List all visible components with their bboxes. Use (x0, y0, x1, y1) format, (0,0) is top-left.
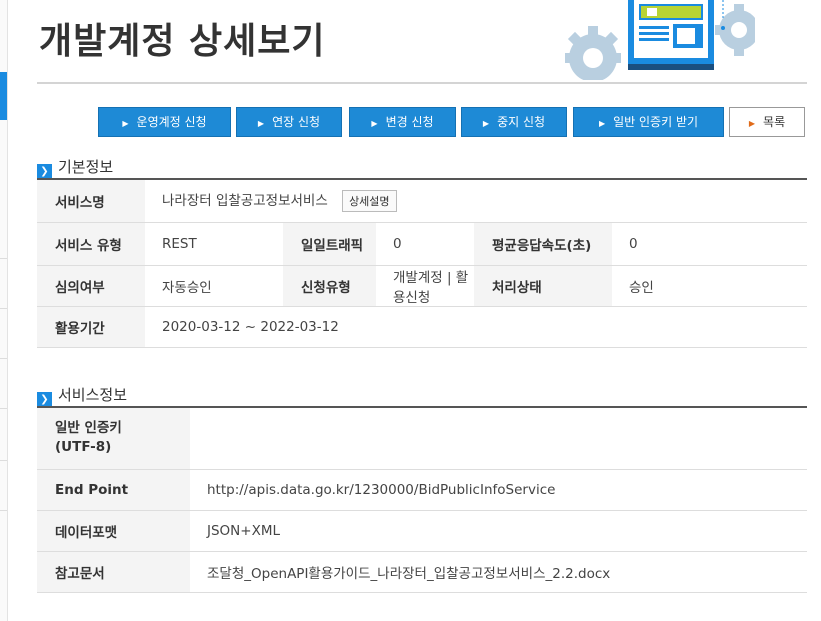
left-nav-divider (0, 460, 7, 461)
triangle-right-icon: ▶ (598, 119, 606, 128)
get-general-key-button[interactable]: ▶ 일반 인증키 받기 (573, 107, 724, 137)
triangle-right-icon: ▶ (371, 119, 378, 128)
change-request-button[interactable]: ▶ 변경 신청 (349, 107, 456, 137)
status-label: 처리상태 (474, 265, 612, 307)
suspend-request-button[interactable]: ▶ 중지 신청 (461, 107, 567, 137)
left-nav-strip (0, 0, 8, 621)
table-row: 서비스명 나라장터 입찰공고정보서비스 상세설명 (37, 179, 807, 223)
daily-traffic-value: 0 (376, 222, 474, 266)
service-name-label: 서비스명 (37, 179, 145, 223)
service-type-value: REST (145, 222, 283, 266)
table-row: 심의여부 자동승인 신청유형 개발계정 | 활용신청 처리상태 승인 (37, 265, 807, 307)
table-row: 참고문서 조달청_OpenAPI활용가이드_나라장터_입찰공고정보서비스_2.2… (37, 551, 807, 593)
avg-response-value: 0 (612, 222, 807, 266)
data-format-value: JSON+XML (190, 510, 807, 552)
triangle-right-icon: ▶ (257, 119, 265, 128)
basic-info-section-title: ❯ 기본정보 (37, 156, 113, 179)
daily-traffic-label: 일일트래픽 (283, 222, 376, 266)
table-row: 데이터포맷 JSON+XML (37, 510, 807, 552)
endpoint-label: End Point (37, 469, 190, 511)
review-label: 심의여부 (37, 265, 145, 307)
left-nav-divider (0, 408, 7, 409)
general-key-label: 일반 인증키 (UTF-8) (37, 407, 190, 470)
service-name-value: 나라장터 입찰공고정보서비스 (162, 193, 328, 210)
page-header: 개발계정 상세보기 (37, 0, 807, 84)
service-info-section-title: ❯ 서비스정보 (37, 384, 127, 407)
left-nav-divider (0, 258, 7, 259)
table-row: 일반 인증키 (UTF-8) (37, 407, 807, 470)
service-info-table: 일반 인증키 (UTF-8) End Point http://apis.dat… (37, 406, 807, 593)
page-title: 개발계정 상세보기 (39, 21, 326, 62)
request-type-label: 신청유형 (283, 265, 376, 307)
general-key-value (190, 407, 807, 470)
left-nav-divider (0, 510, 7, 511)
left-nav-active-marker[interactable] (0, 72, 7, 120)
request-type-value: 개발계정 | 활용신청 (376, 265, 474, 307)
chevron-right-icon: ❯ (37, 164, 52, 179)
table-row: End Point http://apis.data.go.kr/1230000… (37, 469, 807, 511)
extension-request-button[interactable]: ▶ 연장 신청 (236, 107, 342, 137)
table-row: 활용기간 2020-03-12 ~ 2022-03-12 (37, 306, 807, 348)
triangle-right-icon: ▶ (482, 119, 490, 128)
production-account-request-button[interactable]: ▶ 운영계정 신청 (98, 107, 231, 137)
reference-doc-label: 참고문서 (37, 551, 190, 593)
list-button[interactable]: ▶ 목록 (729, 107, 805, 137)
left-nav-divider (0, 358, 7, 359)
table-row: 서비스 유형 REST 일일트래픽 0 평균응답속도(초) 0 (37, 222, 807, 266)
header-illustration (565, 0, 755, 80)
left-nav-divider (0, 308, 7, 309)
service-name-cell: 나라장터 입찰공고정보서비스 상세설명 (145, 179, 807, 223)
avg-response-label: 평균응답속도(초) (474, 222, 612, 266)
triangle-right-icon: ▶ (748, 119, 756, 128)
review-value: 자동승인 (145, 265, 283, 307)
endpoint-value: http://apis.data.go.kr/1230000/BidPublic… (190, 469, 807, 511)
triangle-right-icon: ▶ (122, 119, 129, 128)
service-type-label: 서비스 유형 (37, 222, 145, 266)
chevron-right-icon: ❯ (37, 392, 52, 407)
reference-doc-link[interactable]: 조달청_OpenAPI활용가이드_나라장터_입찰공고정보서비스_2.2.docx (190, 551, 807, 593)
data-format-label: 데이터포맷 (37, 510, 190, 552)
period-value: 2020-03-12 ~ 2022-03-12 (145, 306, 807, 348)
basic-info-table: 서비스명 나라장터 입찰공고정보서비스 상세설명 서비스 유형 REST 일일트… (37, 178, 807, 348)
status-value: 승인 (612, 265, 807, 307)
detail-description-button[interactable]: 상세설명 (342, 190, 397, 213)
period-label: 활용기간 (37, 306, 145, 348)
